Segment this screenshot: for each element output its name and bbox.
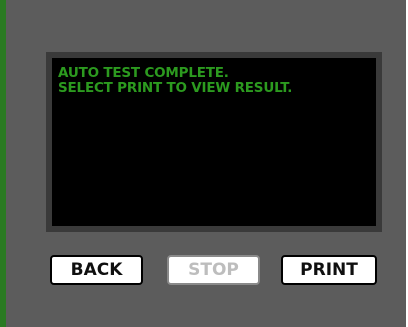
back-button[interactable]: BACK: [50, 255, 143, 285]
status-message-line-1: AUTO TEST COMPLETE.: [58, 65, 229, 81]
print-button[interactable]: PRINT: [281, 255, 377, 285]
stop-button[interactable]: STOP: [167, 255, 260, 285]
device-panel: AUTO TEST COMPLETE. SELECT PRINT TO VIEW…: [0, 0, 406, 327]
status-message-line-2: SELECT PRINT TO VIEW RESULT.: [58, 80, 293, 96]
display-screen: AUTO TEST COMPLETE. SELECT PRINT TO VIEW…: [46, 52, 382, 232]
